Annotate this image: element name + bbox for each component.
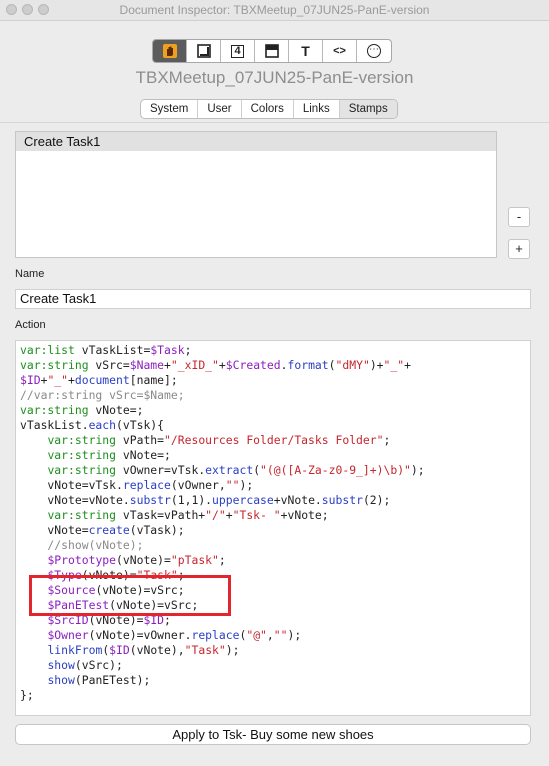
stamp-tool-button[interactable] [153,40,187,62]
tab-links[interactable]: Links [294,100,340,118]
name-label: Name [15,268,45,280]
code-line: $ID+"_"+document[name]; [20,373,178,387]
add-stamp-button[interactable]: + [508,239,530,259]
number-tool-button[interactable]: 4 [221,40,255,62]
more-tool-button[interactable]: ⋯ [357,40,391,62]
highlight-annotation [29,575,231,616]
more-icon: ⋯ [367,44,381,58]
code-line: var:string vSrc=$Name+"_xID_"+$Created.f… [20,358,411,372]
code-text: var:list vTaskList=$Task; var:string vSrc… [20,343,425,703]
tab-stamps[interactable]: Stamps [339,100,397,118]
code-line: $Owner(vNote)=vOwner.replace("@",""); [47,628,302,642]
hand-stamp-icon [162,44,177,58]
number-4-icon: 4 [231,44,244,58]
document-title: TBXMeetup_07JUN25-PanE-version [135,68,414,87]
tab-system[interactable]: System [141,100,199,118]
title-bar: Document Inspector: TBXMeetup_07JUN25-Pa… [0,0,549,21]
note-tool-button[interactable] [187,40,221,62]
code-line: linkFrom($ID(vNote),"Task"); [47,643,240,657]
text-tool-button[interactable]: T [289,40,323,62]
code-line: show(PanETest); [47,673,151,687]
code-line: vTaskList.each(vTsk){ [20,418,165,432]
code-line: var:list vTaskList=$Task; [20,343,192,357]
panel-divider [0,122,549,123]
tab-user[interactable]: User [198,100,242,118]
code-line: var:string vPath="/Resources Folder/Task… [47,433,391,447]
code-line: show(vSrc); [47,658,123,672]
code-line: vNote=vTsk.replace(vOwner,""); [20,478,254,492]
list-item[interactable]: Create Task1 [16,132,496,151]
code-icon: <> [333,45,346,57]
code-line: //var:string vSrc=$Name; [20,388,185,402]
window-tool-button[interactable] [255,40,289,62]
action-code-editor[interactable]: var:list vTaskList=$Task; var:string vSrc… [15,340,531,716]
inspector-toolbar: 4 T <> ⋯ [152,39,392,63]
remove-stamp-button[interactable]: - [508,207,530,227]
name-field[interactable]: Create Task1 [15,289,531,309]
window-title: Document Inspector: TBXMeetup_07JUN25-Pa… [119,3,430,17]
code-line: var:string vTask=vPath+"/"+"Tsk- "+vNote… [47,508,329,522]
code-line: var:string vOwner=vTsk.extract("(@([A-Za… [47,463,425,477]
code-line: //show(vNote); [20,538,144,552]
code-line: var:string vNote=; [20,403,144,417]
code-tool-button[interactable]: <> [323,40,357,62]
stamps-list[interactable]: Create Task1 [15,131,497,258]
tab-colors[interactable]: Colors [242,100,294,118]
code-line: var:string vNote=; [47,448,171,462]
code-line: }; [20,688,34,702]
action-label: Action [15,319,46,331]
inspector-tabs: System User Colors Links Stamps [140,99,398,119]
code-line: $Prototype(vNote)="pTask"; [47,553,226,567]
window-icon [264,44,279,58]
code-line: vNote=create(vTask); [20,523,185,537]
text-icon: T [301,43,310,59]
apply-stamp-button[interactable]: Apply to Tsk- Buy some new shoes [15,724,531,745]
note-icon [196,44,211,58]
code-line: vNote=vNote.substr(1,1).uppercase+vNote.… [20,493,391,507]
